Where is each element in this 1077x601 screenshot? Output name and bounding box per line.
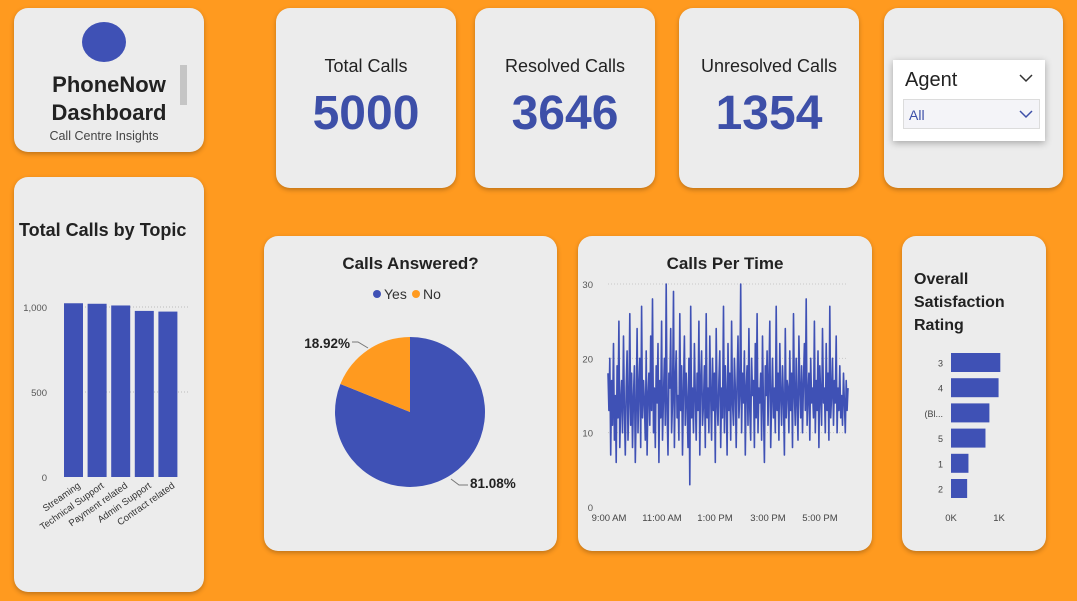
time-line-chart: 01020309:00 AM 11:00 AM 1:00 PM 3:00 PM 5:00…	[582, 280, 849, 524]
kpi-total-value: 5000	[312, 87, 420, 140]
answered-pie-chart: Yes No 81.08% 18.92%	[304, 286, 516, 491]
topic-chart-card: Total Calls by Topic 0 500 1,000 Streaming T…	[14, 177, 204, 592]
scrollbar-thumb[interactable]	[180, 65, 187, 105]
data-label-yes: 81.08%	[470, 476, 516, 491]
y-tick-label: 30	[582, 280, 593, 291]
legend-label-no: No	[423, 286, 441, 302]
bar	[951, 353, 1001, 372]
y-tick-label: 20	[582, 354, 593, 365]
kpi-total-calls: Total Calls 5000	[276, 8, 456, 188]
x-tick-label: 5:00 PM	[802, 513, 837, 524]
y-tick-label: 500	[31, 388, 47, 399]
bar	[951, 479, 968, 498]
leader-line	[450, 478, 468, 486]
y-tick-label: 2	[938, 485, 943, 495]
y-tick-label: (Bl...	[924, 409, 943, 419]
bar	[111, 305, 131, 477]
kpi-unresolved-value: 1354	[715, 87, 823, 140]
y-tick-label: 4	[938, 384, 943, 394]
y-tick-label: 5	[938, 434, 943, 444]
agent-dropdown[interactable]: All	[903, 99, 1040, 129]
brand-tagline: Call Centre Insights	[49, 129, 159, 143]
agent-dropdown-value: All	[909, 107, 925, 123]
y-tick-label: 10	[582, 429, 593, 440]
agent-slicer-title: Agent	[905, 69, 958, 91]
brand-title-line1: PhoneNow	[52, 72, 166, 97]
chevron-down-icon[interactable]	[1017, 67, 1035, 89]
legend-marker-yes	[373, 290, 381, 298]
x-tick-label: 9:00 AM	[592, 513, 627, 524]
kpi-resolved-label: Resolved Calls	[504, 56, 626, 76]
y-tick-label: 1	[938, 459, 943, 469]
legend-label-yes: Yes	[384, 286, 407, 302]
x-tick-label: 11:00 AM	[642, 513, 682, 524]
time-chart-card: Calls Per Time 0 10 20 30 9:00 AM 11:00 AM 1:0…	[578, 236, 872, 551]
brand-card: PhoneNow Dashboard Call Centre Insights	[14, 8, 204, 152]
kpi-total-label: Total Calls	[324, 56, 408, 76]
data-label-no: 18.92%	[304, 336, 350, 351]
kpi-unresolved-calls: Unresolved Calls 1354	[679, 8, 859, 188]
x-tick-label: 3:00 PM	[750, 513, 785, 524]
series-line	[607, 283, 849, 486]
brand-title-line2: Dashboard	[51, 100, 167, 125]
leader-line	[352, 341, 369, 349]
y-tick-label: 0	[42, 473, 47, 484]
answered-chart-card: Calls Answered? Yes No 81.08% 18.92%	[264, 236, 557, 551]
topic-bar-chart: 05001,000StreamingTechnical SupportPayme…	[23, 303, 190, 533]
satisfaction-bar-chart: 3 4 (Bl... 5 1 2 0K 1K	[924, 353, 1005, 524]
bar	[951, 428, 986, 448]
x-tick-label: 0K	[945, 513, 957, 524]
kpi-resolved-value: 3646	[511, 87, 619, 140]
legend-marker-no	[412, 290, 420, 298]
bar	[64, 303, 83, 477]
chevron-down-icon[interactable]	[1017, 103, 1035, 125]
bar	[87, 303, 107, 477]
kpi-unresolved-label: Unresolved Calls	[700, 56, 838, 76]
y-tick-label: 3	[938, 359, 943, 369]
logo-circle-icon	[82, 22, 126, 62]
x-tick-label: 1K	[993, 513, 1005, 524]
y-tick-label: 1,000	[23, 303, 47, 314]
bar	[158, 311, 178, 477]
bar	[951, 378, 999, 398]
bar	[951, 453, 969, 473]
bar	[134, 310, 154, 477]
satisfaction-chart-card: Overall Satisfaction Rating 3 4 (Bl... 5 1 2 0…	[902, 236, 1046, 551]
x-tick-label: 1:00 PM	[697, 513, 732, 524]
bar	[951, 403, 990, 423]
kpi-resolved-calls: Resolved Calls 3646	[475, 8, 655, 188]
